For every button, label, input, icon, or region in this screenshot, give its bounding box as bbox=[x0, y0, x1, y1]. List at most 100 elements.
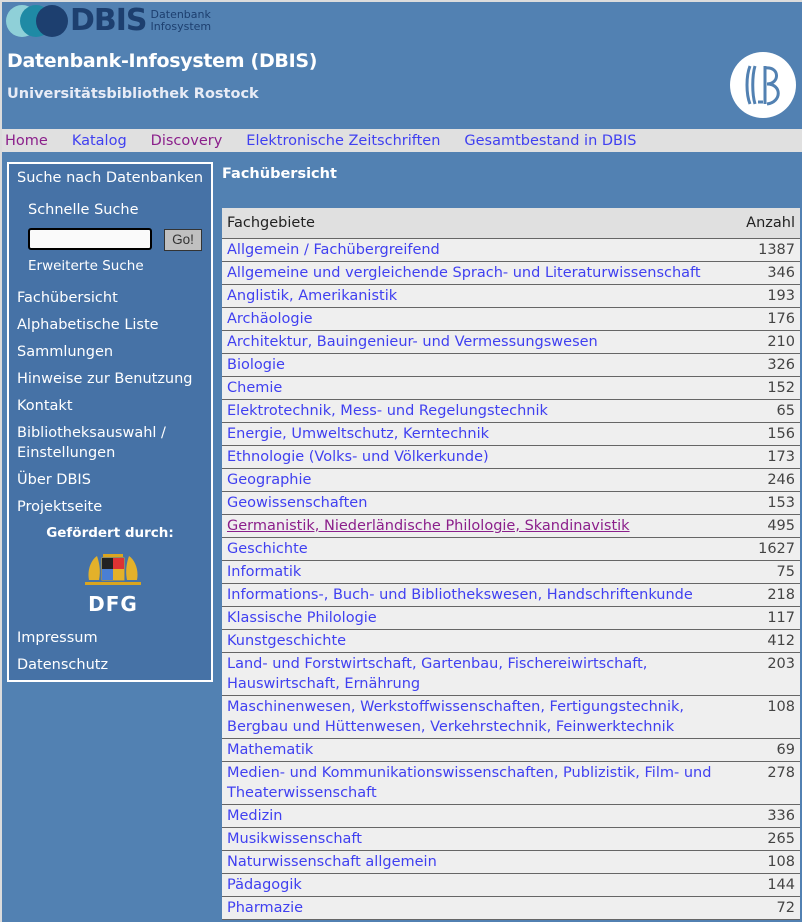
subject-link[interactable]: Elektrotechnik, Mess- und Regelungstechn… bbox=[227, 403, 548, 419]
table-row: Archäologie 176 bbox=[222, 307, 800, 331]
sidebar-bottom-nav: Impressum Datenschutz bbox=[17, 628, 108, 682]
subject-link[interactable]: Ethnologie (Volks- und Völkerkunde) bbox=[227, 449, 489, 465]
university-logo-icon[interactable] bbox=[730, 52, 796, 118]
subject-cell: Pädagogik bbox=[222, 873, 730, 897]
subject-cell: Medizin bbox=[222, 804, 730, 828]
subject-link[interactable]: Mathematik bbox=[227, 742, 313, 758]
table-row: Chemie 152 bbox=[222, 376, 800, 400]
count-cell: 346 bbox=[730, 261, 800, 285]
subject-link[interactable]: Anglistik, Amerikanistik bbox=[227, 288, 397, 304]
table-row: Ethnologie (Volks- und Völkerkunde) 173 bbox=[222, 445, 800, 469]
bavaria-coat-of-arms-icon[interactable] bbox=[85, 550, 141, 586]
nav-elektronische-zeitschriften[interactable]: Elektronische Zeitschriften bbox=[246, 133, 440, 149]
subject-link[interactable]: Geschichte bbox=[227, 541, 308, 557]
count-cell: 210 bbox=[730, 330, 800, 354]
subject-cell: Energie, Umweltschutz, Kerntechnik bbox=[222, 422, 730, 446]
subject-cell: Ethnologie (Volks- und Völkerkunde) bbox=[222, 445, 730, 469]
subject-link[interactable]: Land- und Forstwirtschaft, Gartenbau, Fi… bbox=[227, 656, 647, 692]
subject-cell: Musikwissenschaft bbox=[222, 827, 730, 851]
count-cell: 176 bbox=[730, 307, 800, 331]
subjects-table: Fachgebiete Anzahl Allgemein / Fachüberg… bbox=[222, 208, 800, 920]
subject-link[interactable]: Architektur, Bauingenieur- und Vermessun… bbox=[227, 334, 598, 350]
table-row: Geographie 246 bbox=[222, 468, 800, 492]
table-row: Informations-, Buch- und Bibliothekswese… bbox=[222, 583, 800, 607]
table-row: Land- und Forstwirtschaft, Gartenbau, Fi… bbox=[222, 652, 800, 696]
count-cell: 108 bbox=[730, 695, 800, 739]
nav-home[interactable]: Home bbox=[5, 133, 48, 149]
top-border bbox=[2, 0, 802, 2]
quick-search-label: Schnelle Suche bbox=[28, 202, 139, 218]
sidebar-item-ueber-dbis[interactable]: Über DBIS bbox=[17, 470, 207, 490]
count-cell: 246 bbox=[730, 468, 800, 492]
count-cell: 1627 bbox=[730, 537, 800, 561]
quick-search-input[interactable] bbox=[28, 228, 152, 250]
sidebar-item-hinweise[interactable]: Hinweise zur Benutzung bbox=[17, 369, 207, 389]
count-cell: 117 bbox=[730, 606, 800, 630]
sidebar-item-impressum[interactable]: Impressum bbox=[17, 628, 108, 648]
column-header-count: Anzahl bbox=[730, 208, 800, 239]
subject-cell: Land- und Forstwirtschaft, Gartenbau, Fi… bbox=[222, 652, 730, 696]
subject-link[interactable]: Pädagogik bbox=[227, 877, 302, 893]
subject-cell: Pharmazie bbox=[222, 896, 730, 920]
logo-sub-line2: Infosystem bbox=[150, 20, 212, 33]
sidebar-item-sammlungen[interactable]: Sammlungen bbox=[17, 342, 207, 362]
subject-link[interactable]: Medizin bbox=[227, 808, 283, 824]
count-cell: 278 bbox=[730, 761, 800, 805]
count-cell: 69 bbox=[730, 738, 800, 762]
subject-link[interactable]: Archäologie bbox=[227, 311, 313, 327]
subject-cell: Chemie bbox=[222, 376, 730, 400]
nav-discovery[interactable]: Discovery bbox=[151, 133, 223, 149]
sidebar-item-datenschutz[interactable]: Datenschutz bbox=[17, 655, 108, 675]
advanced-search-link[interactable]: Erweiterte Suche bbox=[28, 258, 144, 274]
count-cell: 144 bbox=[730, 873, 800, 897]
table-row: Musikwissenschaft 265 bbox=[222, 827, 800, 851]
dbis-logo[interactable]: DBIS Datenbank Infosystem bbox=[6, 5, 211, 37]
subject-link[interactable]: Geowissenschaften bbox=[227, 495, 367, 511]
sidebar-item-projektseite[interactable]: Projektseite bbox=[17, 497, 207, 517]
count-cell: 336 bbox=[730, 804, 800, 828]
subject-cell: Allgemein / Fachübergreifend bbox=[222, 238, 730, 262]
subject-link[interactable]: Chemie bbox=[227, 380, 282, 396]
subject-link[interactable]: Medien- und Kommunikationswissenschaften… bbox=[227, 765, 711, 801]
subject-link[interactable]: Maschinenwesen, Werkstoffwissenschaften,… bbox=[227, 699, 684, 735]
table-row: Allgemein / Fachübergreifend 1387 bbox=[222, 238, 800, 262]
count-cell: 1387 bbox=[730, 238, 800, 262]
nav-gesamtbestand[interactable]: Gesamtbestand in DBIS bbox=[464, 133, 636, 149]
subject-link[interactable]: Klassische Philologie bbox=[227, 610, 377, 626]
sidebar-item-fachuebersicht[interactable]: Fachübersicht bbox=[17, 288, 207, 308]
subject-link[interactable]: Naturwissenschaft allgemein bbox=[227, 854, 437, 870]
subject-cell: Allgemeine und vergleichende Sprach- und… bbox=[222, 261, 730, 285]
count-cell: 108 bbox=[730, 850, 800, 874]
sidebar-item-kontakt[interactable]: Kontakt bbox=[17, 396, 207, 416]
subject-link[interactable]: Allgemeine und vergleichende Sprach- und… bbox=[227, 265, 701, 281]
count-cell: 75 bbox=[730, 560, 800, 584]
go-button[interactable]: Go! bbox=[164, 229, 202, 251]
subject-link[interactable]: Informatik bbox=[227, 564, 301, 580]
table-row: Energie, Umweltschutz, Kerntechnik 156 bbox=[222, 422, 800, 446]
subject-link[interactable]: Geographie bbox=[227, 472, 311, 488]
nav-katalog[interactable]: Katalog bbox=[72, 133, 127, 149]
subject-cell: Architektur, Bauingenieur- und Vermessun… bbox=[222, 330, 730, 354]
subject-link[interactable]: Informations-, Buch- und Bibliothekswese… bbox=[227, 587, 693, 603]
subject-cell: Germanistik, Niederländische Philologie,… bbox=[222, 514, 730, 538]
top-navigation: Home Katalog Discovery Elektronische Zei… bbox=[2, 129, 802, 152]
column-header-subject: Fachgebiete bbox=[222, 208, 730, 239]
table-row: Informatik 75 bbox=[222, 560, 800, 584]
subject-link[interactable]: Pharmazie bbox=[227, 900, 303, 916]
subject-link[interactable]: Kunstgeschichte bbox=[227, 633, 346, 649]
count-cell: 193 bbox=[730, 284, 800, 308]
funded-by-label: Gefördert durch: bbox=[46, 525, 174, 541]
sidebar-item-bibliotheksauswahl[interactable]: Bibliotheksauswahl / Einstellungen bbox=[17, 423, 187, 463]
subject-cell: Geowissenschaften bbox=[222, 491, 730, 515]
dfg-logo[interactable]: DFG bbox=[85, 592, 141, 616]
subject-cell: Naturwissenschaft allgemein bbox=[222, 850, 730, 874]
count-cell: 495 bbox=[730, 514, 800, 538]
sidebar-item-alphabetische-liste[interactable]: Alphabetische Liste bbox=[17, 315, 207, 335]
subject-link[interactable]: Musikwissenschaft bbox=[227, 831, 362, 847]
subject-link[interactable]: Biologie bbox=[227, 357, 285, 373]
table-row: Geowissenschaften 153 bbox=[222, 491, 800, 515]
sidebar-nav: Fachübersicht Alphabetische Liste Sammlu… bbox=[17, 288, 207, 524]
subject-link[interactable]: Allgemein / Fachübergreifend bbox=[227, 242, 440, 258]
subject-link[interactable]: Germanistik, Niederländische Philologie,… bbox=[227, 518, 630, 534]
subject-link[interactable]: Energie, Umweltschutz, Kerntechnik bbox=[227, 426, 489, 442]
